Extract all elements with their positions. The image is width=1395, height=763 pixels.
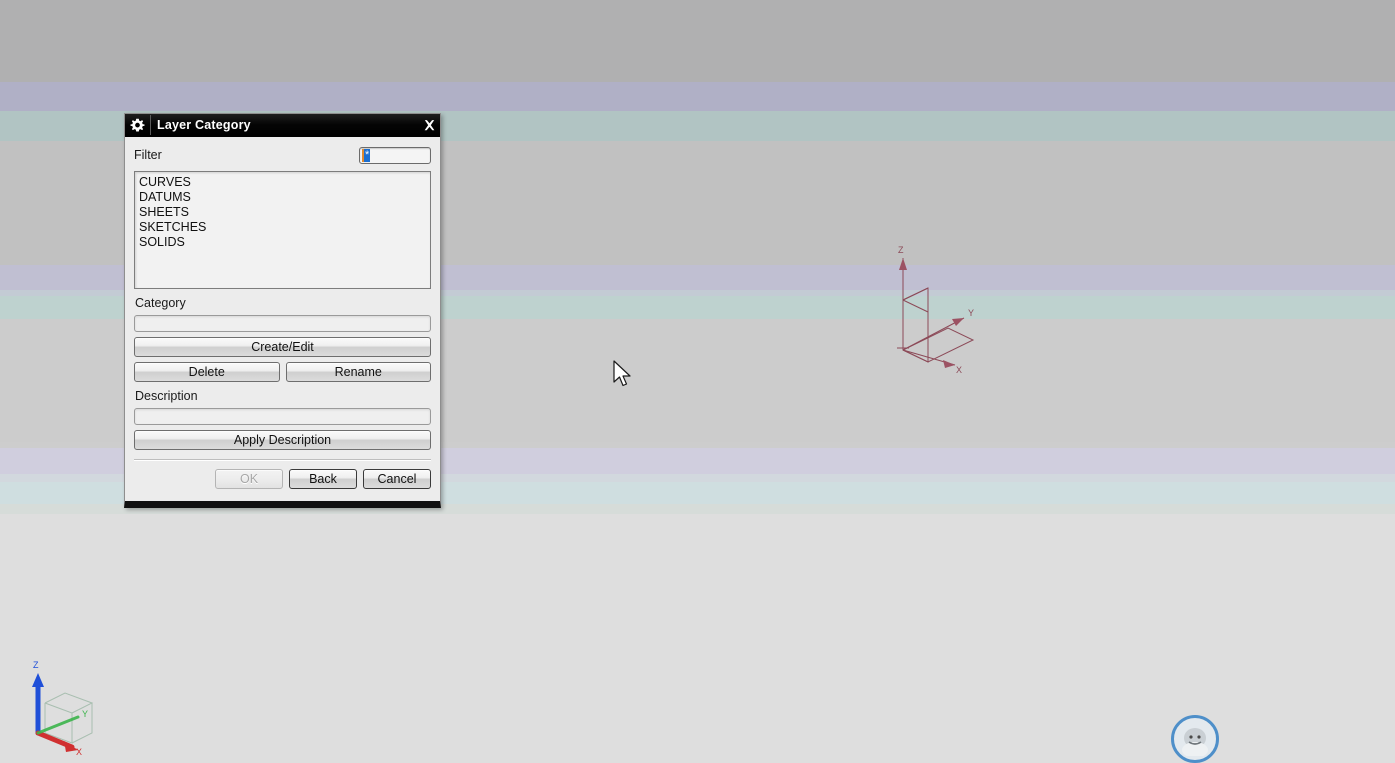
create-edit-button[interactable]: Create/Edit	[134, 337, 431, 357]
svg-text:Y: Y	[82, 709, 88, 719]
svg-text:X: X	[956, 365, 962, 375]
list-item[interactable]: DATUMS	[139, 190, 426, 205]
layer-category-dialog: Layer Category Filter * CURVES DATUMS SHEE…	[124, 113, 441, 508]
back-button[interactable]: Back	[289, 469, 357, 489]
category-list[interactable]: CURVES DATUMS SHEETS SKETCHES SOLIDS	[134, 171, 431, 289]
filter-row: Filter *	[134, 145, 431, 165]
list-item[interactable]: SKETCHES	[139, 220, 426, 235]
ok-button[interactable]: OK	[215, 469, 283, 489]
rename-button[interactable]: Rename	[285, 362, 431, 382]
dialog-footer: OK Back Cancel	[134, 467, 431, 495]
gear-icon	[129, 117, 146, 134]
category-input[interactable]	[134, 314, 431, 332]
description-label: Description	[135, 389, 198, 403]
filter-input[interactable]: *	[359, 146, 431, 164]
viewport-band-0	[0, 0, 1395, 82]
apply-description-button[interactable]: Apply Description	[134, 430, 431, 450]
viewport-band-1	[0, 82, 1395, 111]
svg-text:Z: Z	[898, 245, 904, 255]
cancel-button[interactable]: Cancel	[363, 469, 431, 489]
list-item[interactable]: SOLIDS	[139, 235, 426, 250]
titlebar-divider	[150, 115, 151, 135]
filter-label: Filter	[134, 148, 162, 162]
svg-text:Z: Z	[33, 660, 39, 670]
svg-text:X: X	[76, 747, 82, 755]
view-orientation-triad[interactable]: Z X Y	[20, 655, 110, 755]
footer-divider	[134, 459, 431, 461]
description-input[interactable]	[134, 407, 431, 425]
dialog-title: Layer Category	[157, 118, 251, 132]
datum-coordinate-system: Z Y X	[897, 245, 975, 375]
category-action-row: Delete Rename	[134, 362, 431, 382]
close-icon[interactable]	[418, 114, 440, 136]
dialog-body: Filter * CURVES DATUMS SHEETS SKETCHES SOLID…	[125, 137, 440, 501]
list-item[interactable]: CURVES	[139, 175, 426, 190]
assistant-avatar[interactable]	[1171, 715, 1219, 763]
category-label: Category	[135, 296, 186, 310]
assistant-face-icon	[1182, 728, 1208, 756]
dialog-titlebar[interactable]: Layer Category	[125, 114, 440, 137]
filter-input-value: *	[364, 148, 371, 162]
list-item[interactable]: SHEETS	[139, 205, 426, 220]
delete-button[interactable]: Delete	[134, 362, 280, 382]
svg-text:Y: Y	[968, 308, 974, 318]
application-screen: Z Y X Z X Y Layer Category Filter * CURV…	[0, 0, 1395, 763]
